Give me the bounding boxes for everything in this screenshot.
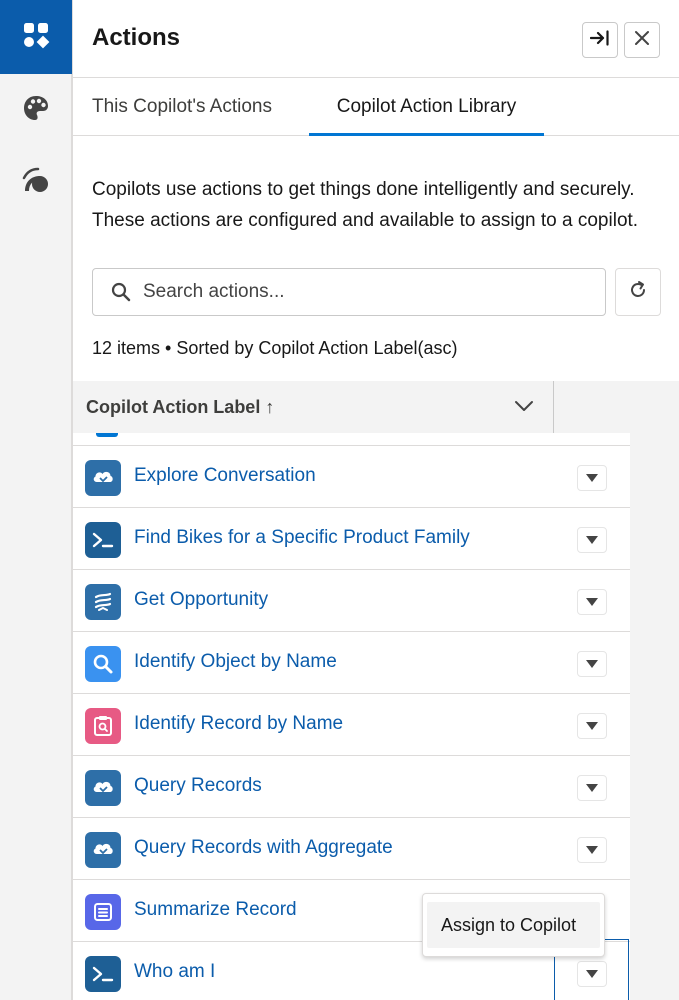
table-row[interactable]: Query Records with Aggregate: [73, 818, 630, 880]
column-header-label: Copilot Action Label ↑: [86, 397, 275, 417]
action-label[interactable]: Identify Record by Name: [134, 713, 343, 735]
dock-right-icon: [589, 29, 610, 51]
cloud-flow-icon: [85, 770, 121, 806]
tab-this-copilots-actions[interactable]: This Copilot's Actions: [92, 78, 272, 136]
row-actions-button[interactable]: [577, 651, 607, 677]
record-search-icon: [85, 708, 121, 744]
caret-down-icon: [586, 593, 598, 611]
row-actions-dropdown: Assign to Copilot: [422, 893, 605, 957]
caret-down-icon: [586, 531, 598, 549]
search-icon: [111, 282, 131, 307]
search-icon: [85, 646, 121, 682]
cloud-flow-icon: [85, 832, 121, 868]
row-actions-button[interactable]: [577, 465, 607, 491]
actions-panel: Actions This Copilot's Actions Copilot A…: [72, 0, 679, 1000]
refresh-icon: [628, 280, 648, 305]
row-actions-button[interactable]: [577, 775, 607, 801]
tab-copilot-action-library[interactable]: Copilot Action Library: [309, 78, 544, 136]
caret-down-icon: [586, 779, 598, 797]
row-actions-button[interactable]: [577, 837, 607, 863]
row-actions-button[interactable]: [577, 589, 607, 615]
action-label[interactable]: Query Records: [134, 775, 262, 797]
rail-actions-button[interactable]: [0, 0, 72, 74]
refresh-button[interactable]: [615, 268, 661, 316]
search-box: [92, 268, 606, 316]
chevron-down-icon[interactable]: [513, 399, 535, 418]
panel-title: Actions: [92, 24, 181, 51]
rail-theme-button[interactable]: [0, 74, 72, 146]
action-label[interactable]: Explore Conversation: [134, 465, 316, 487]
close-panel-button[interactable]: [624, 22, 660, 58]
search-input[interactable]: [143, 269, 593, 315]
table-row[interactable]: Explore Conversation: [73, 446, 630, 508]
dock-panel-button[interactable]: [582, 22, 618, 58]
terminal-icon: [85, 956, 121, 992]
cloud-flow-icon: [85, 460, 121, 496]
library-description: Copilots use actions to get things done …: [92, 179, 639, 231]
table-row[interactable]: Get Opportunity: [73, 570, 630, 632]
action-label[interactable]: Query Records with Aggregate: [134, 837, 393, 859]
action-label[interactable]: Who am I: [134, 961, 215, 983]
row-actions-button[interactable]: [577, 527, 607, 553]
caret-down-icon: [586, 655, 598, 673]
caret-down-icon: [586, 717, 598, 735]
table-row[interactable]: Query Records: [73, 756, 630, 818]
caret-down-icon: [586, 469, 598, 487]
table-row[interactable]: Identify Record by Name: [73, 694, 630, 756]
row-actions-button[interactable]: [577, 713, 607, 739]
action-label[interactable]: Find Bikes for a Specific Product Family: [134, 527, 470, 549]
rail-signals-button[interactable]: [0, 146, 72, 218]
left-rail: [0, 0, 72, 1000]
column-header[interactable]: Copilot Action Label ↑: [73, 381, 554, 433]
action-label[interactable]: Summarize Record: [134, 899, 297, 921]
flow-icon: [85, 584, 121, 620]
document-icon: [85, 894, 121, 930]
tab-bar: This Copilot's Actions Copilot Action Li…: [73, 78, 679, 136]
action-label[interactable]: Identify Object by Name: [134, 651, 337, 673]
terminal-icon: [85, 522, 121, 558]
table-row[interactable]: Identify Object by Name: [73, 632, 630, 694]
palette-icon: [22, 94, 50, 127]
table-row[interactable]: Find Bikes for a Specific Product Family: [73, 508, 630, 570]
caret-down-icon: [586, 841, 598, 859]
action-label[interactable]: Get Opportunity: [134, 589, 268, 611]
apps-icon: [21, 20, 51, 55]
signal-icon: [21, 165, 51, 200]
list-summary: 12 items • Sorted by Copilot Action Labe…: [92, 338, 458, 358]
panel-header: Actions: [73, 0, 679, 78]
assign-to-copilot-menu-item[interactable]: Assign to Copilot: [427, 902, 600, 948]
close-icon: [634, 30, 650, 51]
table-row: [73, 433, 630, 446]
